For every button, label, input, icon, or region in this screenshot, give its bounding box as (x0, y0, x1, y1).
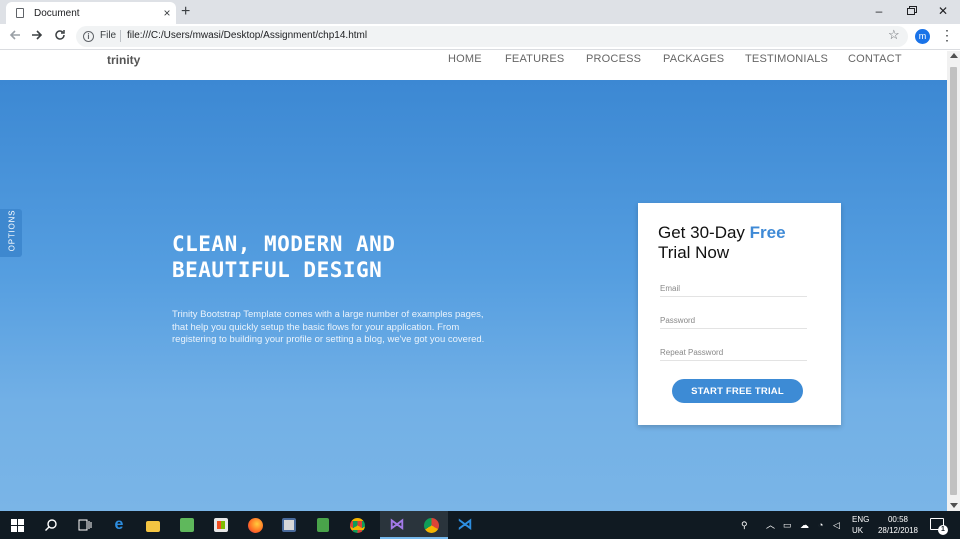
store-icon[interactable] (204, 511, 238, 539)
nav-home[interactable]: HOME (448, 53, 482, 65)
people-icon[interactable]: ⚲ (741, 511, 748, 539)
clock-date: 28/12/2018 (877, 526, 919, 535)
windows-logo-icon (10, 518, 24, 532)
forward-button[interactable] (27, 27, 47, 47)
clock-time: 00:58 (887, 515, 909, 524)
edge-icon[interactable]: e (102, 511, 136, 539)
nav-testimonials[interactable]: TESTIMONIALS (745, 53, 828, 65)
photos-glyph-icon (180, 518, 194, 532)
visual-studio-icon[interactable]: ⋈ (380, 511, 414, 539)
document-icon (16, 8, 24, 18)
firefox-glyph-icon (247, 517, 263, 533)
chrome-icon[interactable] (340, 511, 374, 539)
tab-title: Document (34, 7, 80, 19)
task-view-icon[interactable] (68, 511, 102, 539)
battery-icon[interactable]: ▭ (783, 511, 792, 539)
onedrive-icon[interactable]: ☁ (800, 511, 809, 539)
restore-button[interactable] (895, 0, 927, 24)
page-viewport: trinity HOME FEATURES PROCESS PACKAGES T… (0, 51, 947, 511)
nav-features[interactable]: FEATURES (505, 53, 564, 65)
email-field[interactable] (660, 281, 807, 297)
nav-contact[interactable]: CONTACT (848, 53, 902, 65)
omnibox-divider (120, 30, 121, 42)
form-title-prefix: Get 30-Day (658, 223, 750, 242)
notepad-glyph-icon (317, 518, 329, 532)
start-free-trial-button[interactable]: START FREE TRIAL (672, 379, 803, 403)
start-icon[interactable] (0, 511, 34, 539)
site-navbar: trinity HOME FEATURES PROCESS PACKAGES T… (0, 51, 947, 80)
signup-form-card: Get 30-Day Free Trial Now START FREE TRI… (638, 203, 841, 425)
url-text[interactable]: file:///C:/Users/mwasi/Desktop/Assignmen… (127, 30, 367, 41)
hero-title: CLEAN, MODERN AND BEAUTIFUL DESIGN (172, 231, 492, 283)
form-title-highlight: Free (749, 223, 786, 242)
chrome-glyph-icon (349, 517, 365, 533)
store-bag-icon (214, 518, 228, 532)
options-label: OPTIONS (7, 209, 17, 252)
region-code: UK (852, 526, 864, 535)
close-window-button[interactable]: ✕ (927, 0, 959, 24)
windows-taskbar: e ⋈ ⋊ ⚲ ︿ ▭ ☁ ◔ ◁ ENG UK 00:58 28/12/201… (0, 511, 960, 539)
browser-tab[interactable]: Document × (6, 2, 176, 24)
scheme-label: File (100, 30, 117, 41)
nav-process[interactable]: PROCESS (586, 53, 641, 65)
scroll-up-arrow-icon[interactable] (950, 53, 958, 58)
search-icon[interactable] (34, 511, 68, 539)
show-hidden-icons-icon[interactable]: ︿ (766, 511, 775, 539)
reload-button[interactable] (50, 27, 70, 47)
chrome-active-glyph-icon (423, 517, 439, 533)
photos-icon[interactable] (170, 511, 204, 539)
browser-toolbar: i File file:///C:/Users/mwasi/Desktop/As… (0, 24, 960, 50)
hero-title-line-1: CLEAN, MODERN AND (172, 232, 396, 256)
reload-icon (55, 30, 65, 40)
page-scrollbar[interactable] (947, 51, 960, 511)
nav-packages[interactable]: PACKAGES (663, 53, 724, 65)
arrow-right-icon (32, 30, 43, 40)
wifi-icon[interactable]: ◔ (818, 511, 823, 539)
volume-icon[interactable]: ◁ (833, 511, 840, 539)
scrollbar-thumb[interactable] (950, 67, 957, 495)
browser-tabstrip: Document × + – ✕ (0, 0, 960, 24)
profile-avatar[interactable]: m (915, 29, 930, 44)
brand-logo[interactable]: trinity (107, 53, 140, 67)
hero-description: Trinity Bootstrap Template comes with a … (172, 309, 485, 346)
bookmark-star-icon[interactable]: ☆ (888, 27, 900, 43)
media-glyph-icon (282, 518, 296, 532)
file-explorer-icon[interactable] (136, 511, 170, 539)
scroll-down-arrow-icon[interactable] (950, 503, 958, 508)
folder-icon (146, 521, 160, 532)
vscode-icon[interactable]: ⋊ (448, 511, 482, 539)
notification-count-badge: 1 (938, 525, 948, 535)
hero-section: OPTIONS CLEAN, MODERN AND BEAUTIFUL DESI… (0, 80, 947, 511)
form-title: Get 30-Day Free Trial Now (658, 223, 828, 263)
browser-menu-icon[interactable]: ⋮ (940, 27, 954, 44)
tab-close-icon[interactable]: × (158, 6, 176, 20)
address-bar[interactable]: i File file:///C:/Users/mwasi/Desktop/As… (76, 26, 908, 47)
password-field[interactable] (660, 313, 807, 329)
edge-glyph-icon: e (114, 516, 124, 533)
options-toggle[interactable]: OPTIONS (0, 209, 22, 257)
firefox-icon[interactable] (238, 511, 272, 539)
notepad-icon[interactable] (306, 511, 340, 539)
info-icon[interactable]: i (83, 31, 94, 42)
new-tab-button[interactable]: + (181, 2, 190, 22)
input-language[interactable]: ENG UK (852, 514, 869, 536)
magnifier-icon (45, 519, 57, 531)
repeat-password-field[interactable] (660, 345, 807, 361)
language-code: ENG (852, 515, 870, 524)
media-app-icon[interactable] (272, 511, 306, 539)
hero-title-line-2: BEAUTIFUL DESIGN (172, 258, 383, 282)
task-view-glyph-icon (78, 519, 92, 531)
chrome-active-icon[interactable] (414, 511, 448, 539)
minimize-button[interactable]: – (863, 0, 895, 24)
vscode-glyph-icon: ⋊ (457, 516, 473, 533)
visual-studio-glyph-icon: ⋈ (389, 516, 405, 533)
restore-icon (907, 8, 915, 15)
back-button[interactable] (5, 27, 25, 47)
arrow-left-icon (9, 30, 20, 40)
system-clock[interactable]: 00:58 28/12/2018 (877, 514, 919, 536)
form-title-suffix: Trial Now (658, 243, 730, 262)
